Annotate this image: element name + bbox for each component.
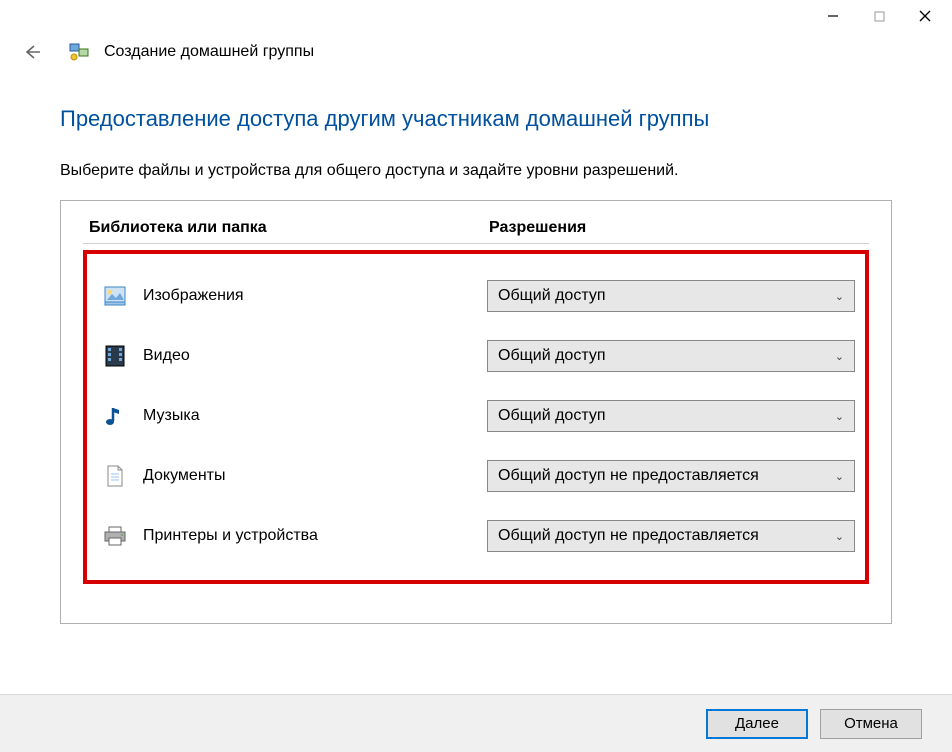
homegroup-icon (68, 41, 90, 63)
documents-icon (103, 464, 127, 488)
row-printers: Принтеры и устройства Общий доступ не пр… (97, 506, 855, 566)
video-icon (103, 344, 127, 368)
select-value: Общий доступ не предоставляется (498, 467, 759, 485)
next-button[interactable]: Далее (706, 709, 808, 739)
permission-select-printers[interactable]: Общий доступ не предоставляется ⌄ (487, 520, 855, 552)
maximize-button[interactable] (856, 1, 902, 31)
chevron-down-icon: ⌄ (835, 350, 844, 363)
highlight-annotation: Изображения Общий доступ ⌄ Видео Общий д… (83, 250, 869, 584)
row-label: Видео (143, 347, 487, 365)
row-music: Музыка Общий доступ ⌄ (97, 386, 855, 446)
select-value: Общий доступ не предоставляется (498, 527, 759, 545)
chevron-down-icon: ⌄ (835, 410, 844, 423)
select-value: Общий доступ (498, 347, 606, 365)
permission-select-music[interactable]: Общий доступ ⌄ (487, 400, 855, 432)
titlebar (0, 0, 952, 32)
cancel-button[interactable]: Отмена (820, 709, 922, 739)
row-label: Изображения (143, 287, 487, 305)
permissions-panel: Библиотека или папка Разрешения Изображе… (60, 200, 892, 624)
back-arrow-icon[interactable] (20, 40, 44, 64)
col-permission-header: Разрешения (483, 219, 869, 237)
minimize-button[interactable] (810, 1, 856, 31)
wizard-header: Создание домашней группы (0, 32, 952, 76)
row-video: Видео Общий доступ ⌄ (97, 326, 855, 386)
col-library-header: Библиотека или папка (83, 219, 483, 237)
select-value: Общий доступ (498, 287, 606, 305)
row-label: Принтеры и устройства (143, 527, 487, 545)
close-button[interactable] (902, 1, 948, 31)
table-header: Библиотека или папка Разрешения (83, 219, 869, 244)
permission-select-documents[interactable]: Общий доступ не предоставляется ⌄ (487, 460, 855, 492)
chevron-down-icon: ⌄ (835, 290, 844, 303)
row-label: Музыка (143, 407, 487, 425)
footer-bar: Далее Отмена (0, 694, 952, 752)
window-title: Создание домашней группы (104, 43, 314, 61)
page-instruction: Выберите файлы и устройства для общего д… (60, 162, 892, 180)
select-value: Общий доступ (498, 407, 606, 425)
content-area: Предоставление доступа другим участникам… (0, 76, 952, 624)
permission-select-pictures[interactable]: Общий доступ ⌄ (487, 280, 855, 312)
row-label: Документы (143, 467, 487, 485)
printers-icon (103, 524, 127, 548)
chevron-down-icon: ⌄ (835, 530, 844, 543)
row-documents: Документы Общий доступ не предоставляетс… (97, 446, 855, 506)
page-heading: Предоставление доступа другим участникам… (60, 106, 892, 132)
pictures-icon (103, 284, 127, 308)
chevron-down-icon: ⌄ (835, 470, 844, 483)
music-icon (103, 404, 127, 428)
row-pictures: Изображения Общий доступ ⌄ (97, 266, 855, 326)
permission-select-video[interactable]: Общий доступ ⌄ (487, 340, 855, 372)
